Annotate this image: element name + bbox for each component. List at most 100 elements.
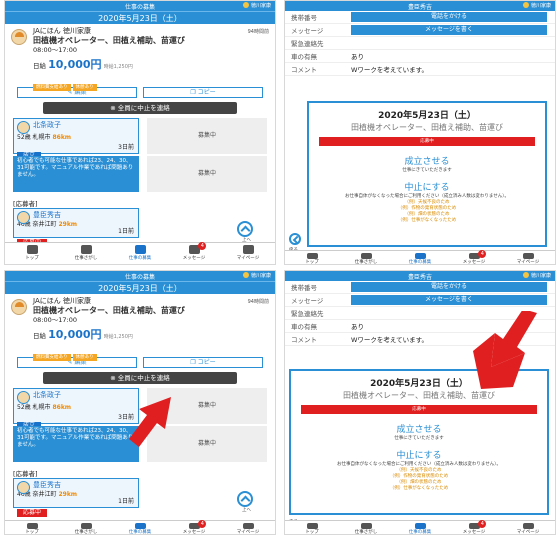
tab-top[interactable]: トップ	[5, 521, 59, 534]
comment-label: コメント	[291, 336, 317, 344]
call-button[interactable]: 電話をかける	[351, 282, 547, 292]
tab-message[interactable]: 4 メッセージ	[447, 250, 501, 264]
comment-label: コメント	[291, 66, 317, 74]
tab-recruit[interactable]: 仕事の募集	[113, 243, 167, 264]
tab-search[interactable]: 仕事さがし	[59, 243, 113, 264]
cancel-all-button[interactable]: ⊗ 全員に中止を連絡	[43, 102, 237, 114]
tab-mypage[interactable]: マイページ	[221, 521, 275, 534]
tab-recruit[interactable]: 仕事の募集	[393, 251, 447, 264]
tab-label: 仕事の募集	[408, 530, 432, 535]
home-icon	[27, 245, 38, 254]
contact-panel-annotated: 豊臣秀吉 徳川家康 携帯番号 電話をかける メッセージ メッセージを書く 緊急連絡先…	[284, 270, 556, 535]
tab-label: 仕事の募集	[128, 256, 152, 261]
scroll-up-button[interactable]	[237, 221, 253, 237]
job-detail-panel-annotated: 仕事の募集 徳川家康 2020年5月23日（土） JAにほん 徳川家康 94時間…	[4, 270, 276, 535]
company-avatar-icon	[11, 299, 27, 315]
confirm-button[interactable]: 成立させる	[291, 422, 547, 435]
home-icon	[307, 253, 318, 259]
applicants-label: [応募者]	[13, 200, 38, 208]
confirm-desc: 仕事にきていただきます	[394, 436, 444, 441]
tab-label: マイページ	[236, 256, 260, 261]
job-date: 2020年5月23日（土）	[5, 281, 275, 294]
status-modal: 2020年5月23日（土） 田植機オペレーター、田植え補助、苗運び 応募中 成立…	[307, 101, 547, 247]
header-user-name: 徳川家康	[250, 3, 271, 9]
calendar-icon	[135, 523, 146, 529]
header-bar: 豊臣秀吉 徳川家康	[285, 271, 555, 281]
tab-label: マイページ	[516, 530, 540, 535]
tab-top[interactable]: トップ	[5, 243, 59, 264]
tab-label: マイページ	[236, 530, 260, 535]
tab-search[interactable]: 仕事さがし	[339, 521, 393, 534]
scroll-up-button[interactable]	[237, 491, 253, 507]
header-title: 豊臣秀吉	[407, 274, 432, 281]
applicant-card-1[interactable]: 北条政子 52歳 札幌市 86km 成立 3日前	[13, 388, 139, 430]
tab-bar: トップ 仕事さがし 仕事の募集 4 メッセージ マイページ	[5, 242, 275, 264]
message-badge: 4	[198, 520, 207, 528]
tab-message[interactable]: 4 メッセージ	[447, 520, 501, 535]
tab-label: トップ	[25, 256, 39, 261]
cancel-all-button[interactable]: ⊗ 全員に中止を連絡	[43, 372, 237, 384]
search-icon	[81, 523, 92, 529]
coin-icon	[242, 2, 249, 8]
briefcase-icon	[523, 523, 534, 529]
tab-mypage[interactable]: マイページ	[221, 243, 275, 264]
call-button[interactable]: 電話をかける	[351, 12, 547, 22]
applicant-card-2[interactable]: 豊臣秀吉 46歳 奈井江町 29km 応募中 1日前	[13, 208, 139, 247]
applicant-ago: 1日前	[118, 228, 134, 235]
tab-mypage[interactable]: マイページ	[501, 521, 555, 534]
confirm-button[interactable]: 成立させる	[309, 154, 545, 167]
tab-recruit[interactable]: 仕事の募集	[113, 521, 167, 534]
tab-label: 仕事さがし	[354, 530, 378, 535]
tab-bar: トップ 仕事さがし 仕事の募集 4 メッセージ マイページ	[5, 520, 275, 534]
tab-top[interactable]: トップ	[285, 521, 339, 534]
header-user[interactable]: 徳川家康	[242, 2, 271, 9]
header-bar: 仕事の募集 徳川家康	[5, 1, 275, 11]
tab-bar: トップ 仕事さがし 仕事の募集 4 メッセージ マイページ	[285, 250, 555, 264]
applicant-avatar-icon	[17, 391, 30, 404]
tab-label: メッセージ	[462, 530, 486, 535]
tab-label: 仕事さがし	[354, 260, 378, 265]
tab-recruit[interactable]: 仕事の募集	[393, 521, 447, 534]
write-message-button[interactable]: メッセージを書く	[351, 295, 547, 305]
write-message-button[interactable]: メッセージを書く	[351, 25, 547, 35]
tab-mypage[interactable]: マイページ	[501, 251, 555, 264]
calendar-icon	[415, 523, 426, 529]
applicants-label: [応募者]	[13, 470, 38, 478]
applicant-note: 初心者でも可能な仕事であれば23、24、30、31可能です。マニュアル作業であれ…	[13, 156, 139, 192]
stop-button[interactable]: 中止にする	[309, 180, 545, 193]
applicant-avatar-icon	[17, 121, 30, 134]
cancel-all-label: 全員に中止を連絡	[117, 374, 170, 382]
header-user[interactable]: 徳川家康	[242, 272, 271, 279]
emergency-label: 緊急連絡先	[291, 40, 324, 48]
applicant-card-1[interactable]: 北条政子 52歳 札幌市 86km 成立 3日前	[13, 118, 139, 160]
car-label: 車の有無	[291, 53, 317, 61]
briefcase-icon	[243, 523, 254, 529]
applicant-avatar-icon	[17, 481, 30, 494]
phone-row: 携帯番号 電話をかける	[285, 281, 555, 294]
back-button[interactable]	[289, 233, 301, 245]
tag-fuel: 燃料費支給あり	[33, 84, 71, 91]
tab-message[interactable]: 4 メッセージ	[167, 242, 221, 264]
emergency-row: 緊急連絡先	[285, 37, 555, 50]
modal-job-title: 田植機オペレーター、田植え補助、苗運び	[343, 391, 495, 400]
wage-prefix: 日給	[33, 62, 46, 70]
stop-button[interactable]: 中止にする	[291, 448, 547, 461]
modal-status-badge: 応募中	[301, 405, 537, 414]
tab-search[interactable]: 仕事さがし	[339, 251, 393, 264]
applicant-distance: 86km	[52, 404, 72, 411]
header-title: 仕事の募集	[124, 4, 155, 11]
applicant-card-2[interactable]: 豊臣秀吉 46歳 奈井江町 29km 応募中 1日前	[13, 478, 139, 517]
tab-message[interactable]: 4 メッセージ	[167, 520, 221, 534]
briefcase-icon	[243, 245, 254, 254]
applicant-avatar-icon	[17, 211, 30, 224]
job-time: 08:00～17:00	[33, 316, 77, 324]
tab-search[interactable]: 仕事さがし	[59, 521, 113, 534]
cancel-all-label: 全員に中止を連絡	[117, 104, 170, 112]
home-icon	[307, 523, 318, 529]
tag-break: 休憩あり	[72, 354, 97, 361]
company-name: JAにほん 徳川家康	[33, 27, 91, 35]
header-user[interactable]: 徳川家康	[522, 2, 551, 9]
tab-top[interactable]: トップ	[285, 251, 339, 264]
job-wage: 日給 10,000円 時給1,250円	[33, 326, 269, 342]
header-user[interactable]: 徳川家康	[522, 272, 551, 279]
